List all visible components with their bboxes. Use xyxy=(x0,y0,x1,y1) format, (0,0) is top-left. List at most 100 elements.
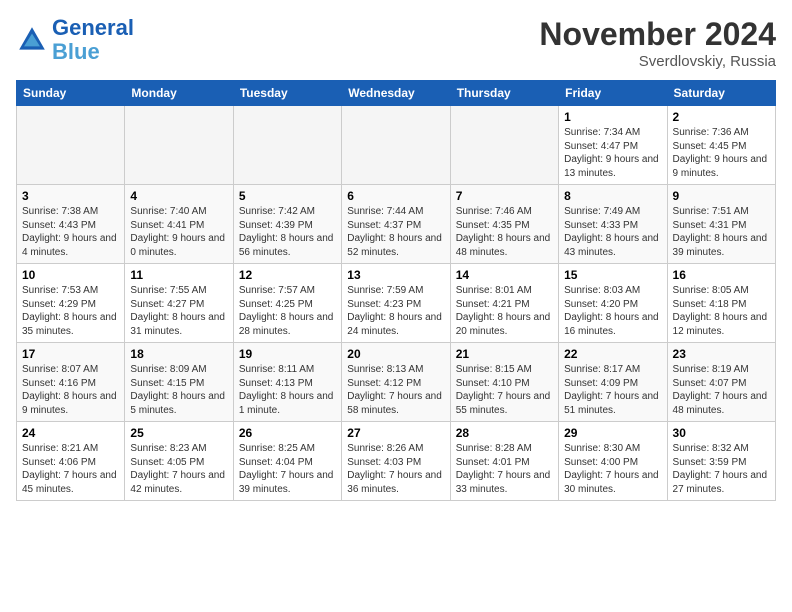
day-number: 23 xyxy=(673,347,770,361)
day-info: Sunrise: 8:13 AMSunset: 4:12 PMDaylight:… xyxy=(347,363,444,417)
day-info: Sunrise: 7:34 AMSunset: 4:47 PMDaylight:… xyxy=(564,126,661,180)
calendar-table: SundayMondayTuesdayWednesdayThursdayFrid… xyxy=(16,80,776,501)
day-info: Sunrise: 7:57 AMSunset: 4:25 PMDaylight:… xyxy=(239,284,336,338)
month-title: November 2024 xyxy=(539,16,776,53)
calendar-day-cell: 1 Sunrise: 7:34 AMSunset: 4:47 PMDaylight… xyxy=(559,106,667,185)
day-number: 29 xyxy=(564,426,661,440)
day-number: 24 xyxy=(22,426,119,440)
day-number: 4 xyxy=(130,189,227,203)
calendar-day-cell: 24 Sunrise: 8:21 AMSunset: 4:06 PMDayligh… xyxy=(17,422,125,501)
day-number: 16 xyxy=(673,268,770,282)
location: Sverdlovskiy, Russia xyxy=(539,53,776,70)
day-number: 25 xyxy=(130,426,227,440)
day-info: Sunrise: 8:11 AMSunset: 4:13 PMDaylight:… xyxy=(239,363,336,417)
day-info: Sunrise: 8:19 AMSunset: 4:07 PMDaylight:… xyxy=(673,363,770,417)
calendar-day-cell: 8Sunrise: 7:49 AMSunset: 4:33 PMDaylight… xyxy=(559,185,667,264)
day-of-week-header: Thursday xyxy=(450,81,558,106)
calendar-day-cell: 17 Sunrise: 8:07 AMSunset: 4:16 PMDayligh… xyxy=(17,343,125,422)
calendar-day-cell: 10 Sunrise: 7:53 AMSunset: 4:29 PMDayligh… xyxy=(17,264,125,343)
day-of-week-header: Tuesday xyxy=(233,81,341,106)
day-info: Sunrise: 8:26 AMSunset: 4:03 PMDaylight:… xyxy=(347,442,444,496)
day-info: Sunrise: 8:07 AMSunset: 4:16 PMDaylight:… xyxy=(22,363,119,417)
calendar-week-row: 1 Sunrise: 7:34 AMSunset: 4:47 PMDaylight… xyxy=(17,106,776,185)
day-number: 6 xyxy=(347,189,444,203)
calendar-day-cell xyxy=(342,106,450,185)
day-info: Sunrise: 7:36 AMSunset: 4:45 PMDaylight:… xyxy=(673,126,770,180)
calendar-day-cell xyxy=(17,106,125,185)
day-number: 8 xyxy=(564,189,661,203)
day-info: Sunrise: 7:59 AMSunset: 4:23 PMDaylight:… xyxy=(347,284,444,338)
calendar-day-cell: 14 Sunrise: 8:01 AMSunset: 4:21 PMDayligh… xyxy=(450,264,558,343)
day-number: 20 xyxy=(347,347,444,361)
day-info: Sunrise: 7:40 AMSunset: 4:41 PMDaylight:… xyxy=(130,205,227,259)
calendar-day-cell xyxy=(125,106,233,185)
calendar-day-cell: 19 Sunrise: 8:11 AMSunset: 4:13 PMDayligh… xyxy=(233,343,341,422)
day-info: Sunrise: 7:46 AMSunset: 4:35 PMDaylight:… xyxy=(456,205,553,259)
calendar-day-cell: 25 Sunrise: 8:23 AMSunset: 4:05 PMDayligh… xyxy=(125,422,233,501)
day-number: 11 xyxy=(130,268,227,282)
day-info: Sunrise: 7:55 AMSunset: 4:27 PMDaylight:… xyxy=(130,284,227,338)
day-info: Sunrise: 8:32 AMSunset: 3:59 PMDaylight:… xyxy=(673,442,770,496)
day-of-week-header: Sunday xyxy=(17,81,125,106)
calendar-day-cell: 22 Sunrise: 8:17 AMSunset: 4:09 PMDayligh… xyxy=(559,343,667,422)
day-info: Sunrise: 8:15 AMSunset: 4:10 PMDaylight:… xyxy=(456,363,553,417)
day-number: 22 xyxy=(564,347,661,361)
logo-icon xyxy=(16,24,48,56)
calendar-day-cell: 7Sunrise: 7:46 AMSunset: 4:35 PMDaylight… xyxy=(450,185,558,264)
calendar-day-cell: 3 Sunrise: 7:38 AMSunset: 4:43 PMDaylight… xyxy=(17,185,125,264)
day-number: 27 xyxy=(347,426,444,440)
day-of-week-header: Monday xyxy=(125,81,233,106)
day-number: 26 xyxy=(239,426,336,440)
calendar-day-cell: 12 Sunrise: 7:57 AMSunset: 4:25 PMDayligh… xyxy=(233,264,341,343)
day-info: Sunrise: 8:09 AMSunset: 4:15 PMDaylight:… xyxy=(130,363,227,417)
calendar-day-cell: 23 Sunrise: 8:19 AMSunset: 4:07 PMDayligh… xyxy=(667,343,775,422)
calendar-day-cell: 28 Sunrise: 8:28 AMSunset: 4:01 PMDayligh… xyxy=(450,422,558,501)
day-number: 28 xyxy=(456,426,553,440)
day-of-week-header: Friday xyxy=(559,81,667,106)
calendar-week-row: 10 Sunrise: 7:53 AMSunset: 4:29 PMDayligh… xyxy=(17,264,776,343)
calendar-week-row: 3 Sunrise: 7:38 AMSunset: 4:43 PMDaylight… xyxy=(17,185,776,264)
day-info: Sunrise: 7:53 AMSunset: 4:29 PMDaylight:… xyxy=(22,284,119,338)
day-number: 19 xyxy=(239,347,336,361)
day-number: 3 xyxy=(22,189,119,203)
day-number: 14 xyxy=(456,268,553,282)
calendar-day-cell: 11 Sunrise: 7:55 AMSunset: 4:27 PMDayligh… xyxy=(125,264,233,343)
day-of-week-header: Wednesday xyxy=(342,81,450,106)
calendar-day-cell: 13Sunrise: 7:59 AMSunset: 4:23 PMDayligh… xyxy=(342,264,450,343)
day-info: Sunrise: 7:51 AMSunset: 4:31 PMDaylight:… xyxy=(673,205,770,259)
day-info: Sunrise: 8:25 AMSunset: 4:04 PMDaylight:… xyxy=(239,442,336,496)
day-number: 17 xyxy=(22,347,119,361)
day-number: 12 xyxy=(239,268,336,282)
day-number: 15 xyxy=(564,268,661,282)
day-info: Sunrise: 8:17 AMSunset: 4:09 PMDaylight:… xyxy=(564,363,661,417)
day-info: Sunrise: 8:28 AMSunset: 4:01 PMDaylight:… xyxy=(456,442,553,496)
day-number: 9 xyxy=(673,189,770,203)
calendar-day-cell: 5Sunrise: 7:42 AMSunset: 4:39 PMDaylight… xyxy=(233,185,341,264)
day-info: Sunrise: 8:05 AMSunset: 4:18 PMDaylight:… xyxy=(673,284,770,338)
logo-line2: Blue xyxy=(52,39,100,64)
day-info: Sunrise: 8:01 AMSunset: 4:21 PMDaylight:… xyxy=(456,284,553,338)
day-number: 10 xyxy=(22,268,119,282)
calendar-day-cell: 18 Sunrise: 8:09 AMSunset: 4:15 PMDayligh… xyxy=(125,343,233,422)
day-info: Sunrise: 7:38 AMSunset: 4:43 PMDaylight:… xyxy=(22,205,119,259)
calendar-week-row: 24 Sunrise: 8:21 AMSunset: 4:06 PMDayligh… xyxy=(17,422,776,501)
calendar-day-cell xyxy=(233,106,341,185)
logo-line1: General xyxy=(52,15,134,40)
calendar-day-cell: 6Sunrise: 7:44 AMSunset: 4:37 PMDaylight… xyxy=(342,185,450,264)
calendar-day-cell: 27 Sunrise: 8:26 AMSunset: 4:03 PMDayligh… xyxy=(342,422,450,501)
day-number: 1 xyxy=(564,110,661,124)
day-number: 5 xyxy=(239,189,336,203)
calendar-week-row: 17 Sunrise: 8:07 AMSunset: 4:16 PMDayligh… xyxy=(17,343,776,422)
title-block: November 2024 Sverdlovskiy, Russia xyxy=(539,16,776,70)
day-info: Sunrise: 8:23 AMSunset: 4:05 PMDaylight:… xyxy=(130,442,227,496)
calendar-day-cell: 9 Sunrise: 7:51 AMSunset: 4:31 PMDaylight… xyxy=(667,185,775,264)
day-info: Sunrise: 8:30 AMSunset: 4:00 PMDaylight:… xyxy=(564,442,661,496)
calendar-day-cell xyxy=(450,106,558,185)
day-of-week-header: Saturday xyxy=(667,81,775,106)
logo-text: General Blue xyxy=(52,16,134,64)
calendar-day-cell: 15Sunrise: 8:03 AMSunset: 4:20 PMDayligh… xyxy=(559,264,667,343)
day-number: 18 xyxy=(130,347,227,361)
day-number: 21 xyxy=(456,347,553,361)
day-info: Sunrise: 8:21 AMSunset: 4:06 PMDaylight:… xyxy=(22,442,119,496)
calendar-day-cell: 29 Sunrise: 8:30 AMSunset: 4:00 PMDayligh… xyxy=(559,422,667,501)
